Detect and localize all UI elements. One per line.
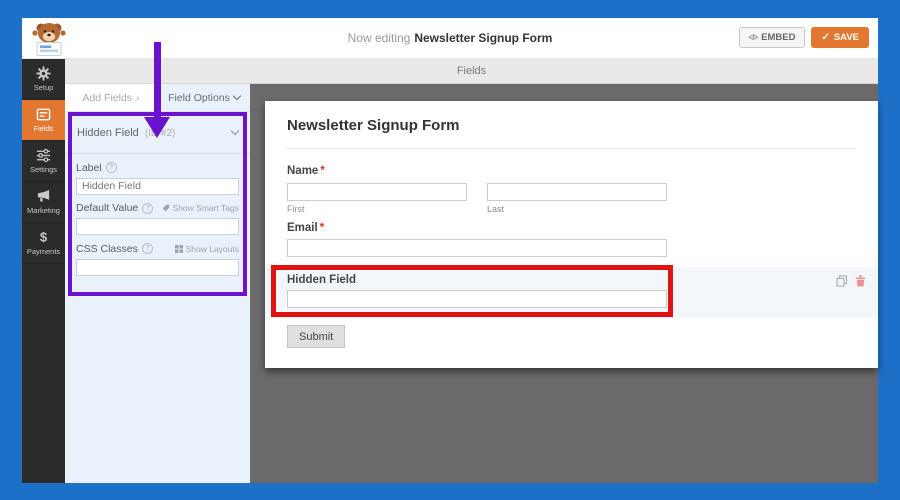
show-layouts-link[interactable]: Show Layouts xyxy=(175,244,239,254)
embed-code-icon: </> xyxy=(749,33,758,42)
field-options-panel: Add Fields › Field Options Hidden Field xyxy=(65,84,250,483)
form-preview-panel: Newsletter Signup Form Name* First Last … xyxy=(265,101,878,368)
sidebar-item-label: Setup xyxy=(34,83,54,92)
form-preview-title: Newsletter Signup Form xyxy=(287,117,460,134)
setting-label: Label ? xyxy=(76,162,239,195)
top-bar: Now editing Newsletter Signup Form </> E… xyxy=(22,18,878,59)
grid-icon xyxy=(175,245,183,253)
name-label-text: Name xyxy=(287,165,318,177)
duplicate-icon[interactable] xyxy=(836,275,848,287)
help-icon[interactable]: ? xyxy=(106,162,117,173)
name-field-label: Name* xyxy=(287,165,325,177)
show-layouts-label: Show Layouts xyxy=(186,244,239,254)
save-check-icon: ✓ xyxy=(821,32,829,43)
hidden-field-label: Hidden Field xyxy=(287,274,356,286)
svg-text:$: $ xyxy=(40,230,48,245)
sidebar-item-label: Settings xyxy=(30,165,57,174)
field-action-icons xyxy=(836,275,866,287)
megaphone-icon xyxy=(36,189,51,204)
hidden-field-row[interactable]: Hidden Field xyxy=(265,267,878,318)
sidebar-item-setup[interactable]: Setup xyxy=(22,59,65,100)
embed-button-label: EMBED xyxy=(761,32,795,43)
trash-icon[interactable] xyxy=(855,275,866,287)
screenshot-frame: Now editing Newsletter Signup Form </> E… xyxy=(0,0,900,500)
save-button-label: SAVE xyxy=(834,32,859,43)
field-header-name: Hidden Field xyxy=(77,127,139,139)
wpforms-builder-window: Now editing Newsletter Signup Form </> E… xyxy=(22,18,878,483)
last-sublabel: Last xyxy=(487,204,504,214)
sidebar-item-settings[interactable]: Settings xyxy=(22,141,65,182)
sidebar-item-marketing[interactable]: Marketing xyxy=(22,182,65,223)
setting-label-text: Label xyxy=(76,162,102,174)
field-header-title: Hidden Field (ID #2) xyxy=(77,127,175,139)
form-fields-icon xyxy=(36,107,51,122)
chevron-down-icon xyxy=(233,92,241,100)
setting-css-classes: CSS Classes ? xyxy=(76,243,239,276)
email-label-text: Email xyxy=(287,222,318,234)
field-header-hidden-field[interactable]: Hidden Field (ID #2) xyxy=(65,112,250,154)
setting-default-value: Default Value ? Show Smart Tags xyxy=(76,203,239,236)
builder-sidebar: Setup Fields xyxy=(22,59,65,483)
show-smart-tags-label: Show Smart Tags xyxy=(173,203,239,213)
divider xyxy=(287,148,856,149)
tag-icon xyxy=(162,204,170,212)
name-first-input[interactable] xyxy=(287,183,467,201)
css-classes-input[interactable] xyxy=(76,259,239,276)
gear-icon xyxy=(36,66,51,81)
sidebar-item-payments[interactable]: $ Payments xyxy=(22,223,65,264)
chevron-down-icon xyxy=(231,127,239,135)
show-smart-tags-link[interactable]: Show Smart Tags xyxy=(162,203,239,213)
topbar-buttons: </> EMBED ✓ SAVE xyxy=(739,27,869,48)
submit-button[interactable]: Submit xyxy=(287,325,345,348)
default-value-input[interactable] xyxy=(76,218,239,235)
required-asterisk: * xyxy=(320,165,324,177)
help-icon[interactable]: ? xyxy=(142,243,153,254)
tab-add-fields[interactable]: Add Fields › xyxy=(65,84,158,111)
sidebar-item-fields[interactable]: Fields xyxy=(22,100,65,141)
hidden-field-input[interactable] xyxy=(287,290,667,308)
tab-add-fields-label: Add Fields xyxy=(82,92,132,104)
name-last-input[interactable] xyxy=(487,183,667,201)
setting-label-text: Default Value xyxy=(76,202,138,214)
email-input[interactable] xyxy=(287,239,667,257)
panel-title: Fields xyxy=(457,65,486,77)
form-name: Newsletter Signup Form xyxy=(414,31,552,45)
save-button[interactable]: ✓ SAVE xyxy=(811,27,869,48)
sidebar-item-label: Marketing xyxy=(27,206,60,215)
dollar-icon: $ xyxy=(36,230,51,245)
tab-field-options-label: Field Options xyxy=(168,92,230,104)
label-input[interactable] xyxy=(76,178,239,195)
setting-label-text: CSS Classes xyxy=(76,243,138,255)
sidebar-item-label: Payments xyxy=(27,247,60,256)
builder-workspace: Newsletter Signup Form Name* First Last … xyxy=(250,84,878,483)
sliders-icon xyxy=(36,148,51,163)
first-sublabel: First xyxy=(287,204,305,214)
required-asterisk: * xyxy=(320,222,324,234)
help-icon[interactable]: ? xyxy=(142,203,153,214)
panel-tabs: Add Fields › Field Options xyxy=(65,84,250,112)
chevron-right-icon: › xyxy=(136,92,140,104)
tab-field-options[interactable]: Field Options xyxy=(158,84,250,111)
email-field-label: Email* xyxy=(287,222,324,234)
now-editing-text: Now editing xyxy=(348,31,411,45)
field-header-id: (ID #2) xyxy=(145,128,176,139)
panel-title-bar: Fields xyxy=(65,59,878,84)
sidebar-item-label: Fields xyxy=(33,124,53,133)
embed-button[interactable]: </> EMBED xyxy=(739,27,806,48)
